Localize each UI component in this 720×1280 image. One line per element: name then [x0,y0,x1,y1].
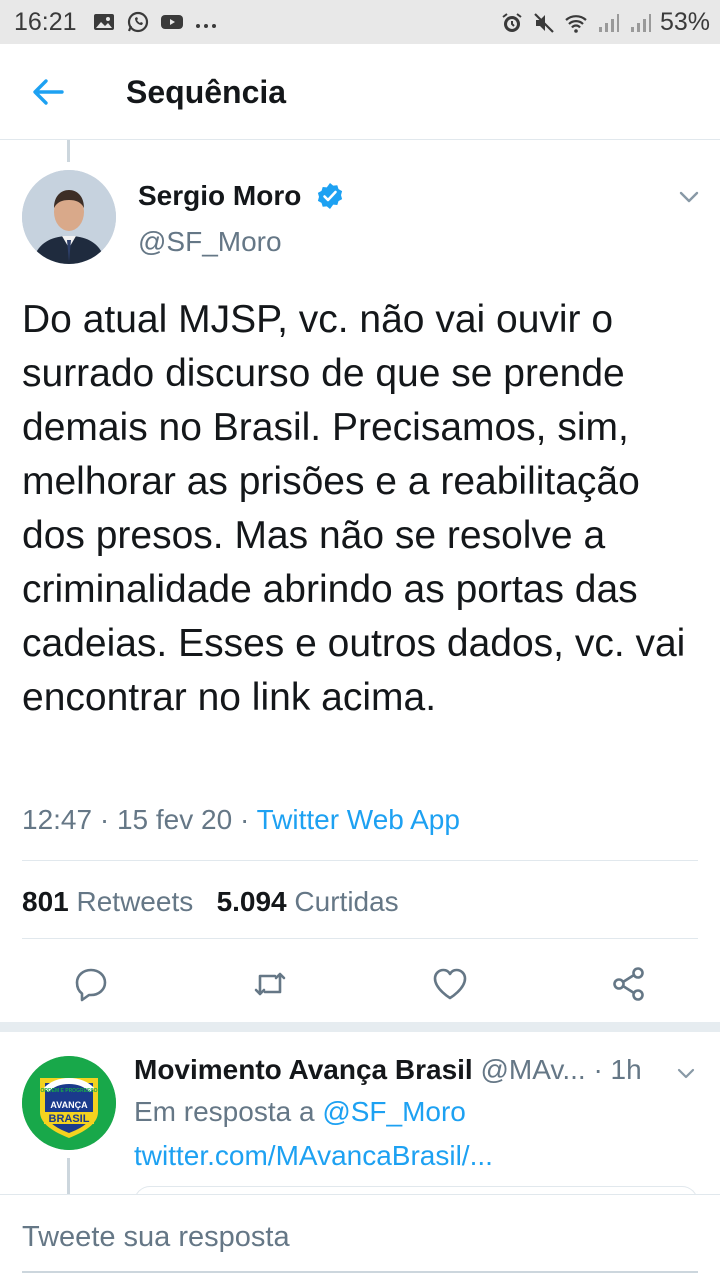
retweets-stat[interactable]: 801 Retweets [22,886,193,917]
divider [22,860,698,861]
reply-avatar[interactable]: ORDEM E PROGRESSO AVANÇA BRASIL [22,1056,116,1150]
status-bar: 16:21 53% [0,0,720,44]
page-title: Sequência [126,74,287,110]
reply-header: Movimento Avança Brasil @MAv... · 1h [134,1054,642,1086]
arrow-left-icon[interactable] [28,72,68,112]
reply-author-name[interactable]: Movimento Avança Brasil [134,1054,473,1085]
avatar-photo [22,170,116,264]
tweet-actions [0,956,720,1012]
retweet-icon[interactable] [250,964,290,1004]
svg-text:ORDEM E PROGRESSO: ORDEM E PROGRESSO [41,1088,98,1094]
reply-url-link[interactable]: twitter.com/MAvancaBrasil/... [134,1140,493,1172]
divider [22,938,698,939]
tweet-date: 15 fev 20 [116,804,233,835]
wifi-icon [565,14,587,33]
mute-icon [534,12,554,33]
status-time: 16:21 [14,8,77,36]
youtube-icon [161,15,183,29]
section-separator [0,1022,720,1032]
battery-level: 53% [659,8,710,36]
author-handle[interactable]: @SF_Moro [138,226,282,258]
reply-composer: Tweete sua resposta [0,1194,720,1280]
chevron-down-icon[interactable] [676,184,702,210]
app-header: Sequência [0,44,720,140]
reply-mention-link[interactable]: @SF_Moro [322,1096,466,1127]
verified-badge-icon [317,183,343,209]
tweet-meta: 12:47 · 15 fev 20 · Twitter Web App [22,804,460,835]
reply-input[interactable]: Tweete sua resposta [22,1221,290,1254]
signal-icon [630,13,651,32]
tweet-stats: 801 Retweets 5.094 Curtidas [22,886,399,918]
whatsapp-icon [127,11,149,33]
svg-text:AVANÇA: AVANÇA [50,1100,88,1110]
chevron-down-icon[interactable] [674,1062,698,1086]
share-icon[interactable] [609,964,649,1004]
thread-line [67,1158,70,1194]
tweet-text: Do atual MJSP, vc. não vai ouvir o surra… [22,298,686,719]
reply-author-handle[interactable]: @MAv... [480,1054,585,1085]
svg-text:BRASIL: BRASIL [49,1113,90,1125]
thread-line [67,140,70,162]
input-underline [22,1271,698,1273]
reply-time: · 1h [593,1054,642,1085]
alarm-icon [502,12,522,32]
reply-context: Em resposta a @SF_Moro [134,1096,466,1127]
more-dots-icon [196,24,216,28]
likes-stat[interactable]: 5.094 Curtidas [217,886,399,917]
author-name[interactable]: Sergio Moro [138,180,301,212]
tweet-source[interactable]: Twitter Web App [257,804,460,835]
like-icon[interactable] [430,964,470,1004]
reply-icon[interactable] [71,964,111,1004]
avatar[interactable] [22,170,116,264]
signal-icon [598,13,619,32]
gallery-icon [94,14,114,30]
tweet-time: 12:47 [22,804,93,835]
